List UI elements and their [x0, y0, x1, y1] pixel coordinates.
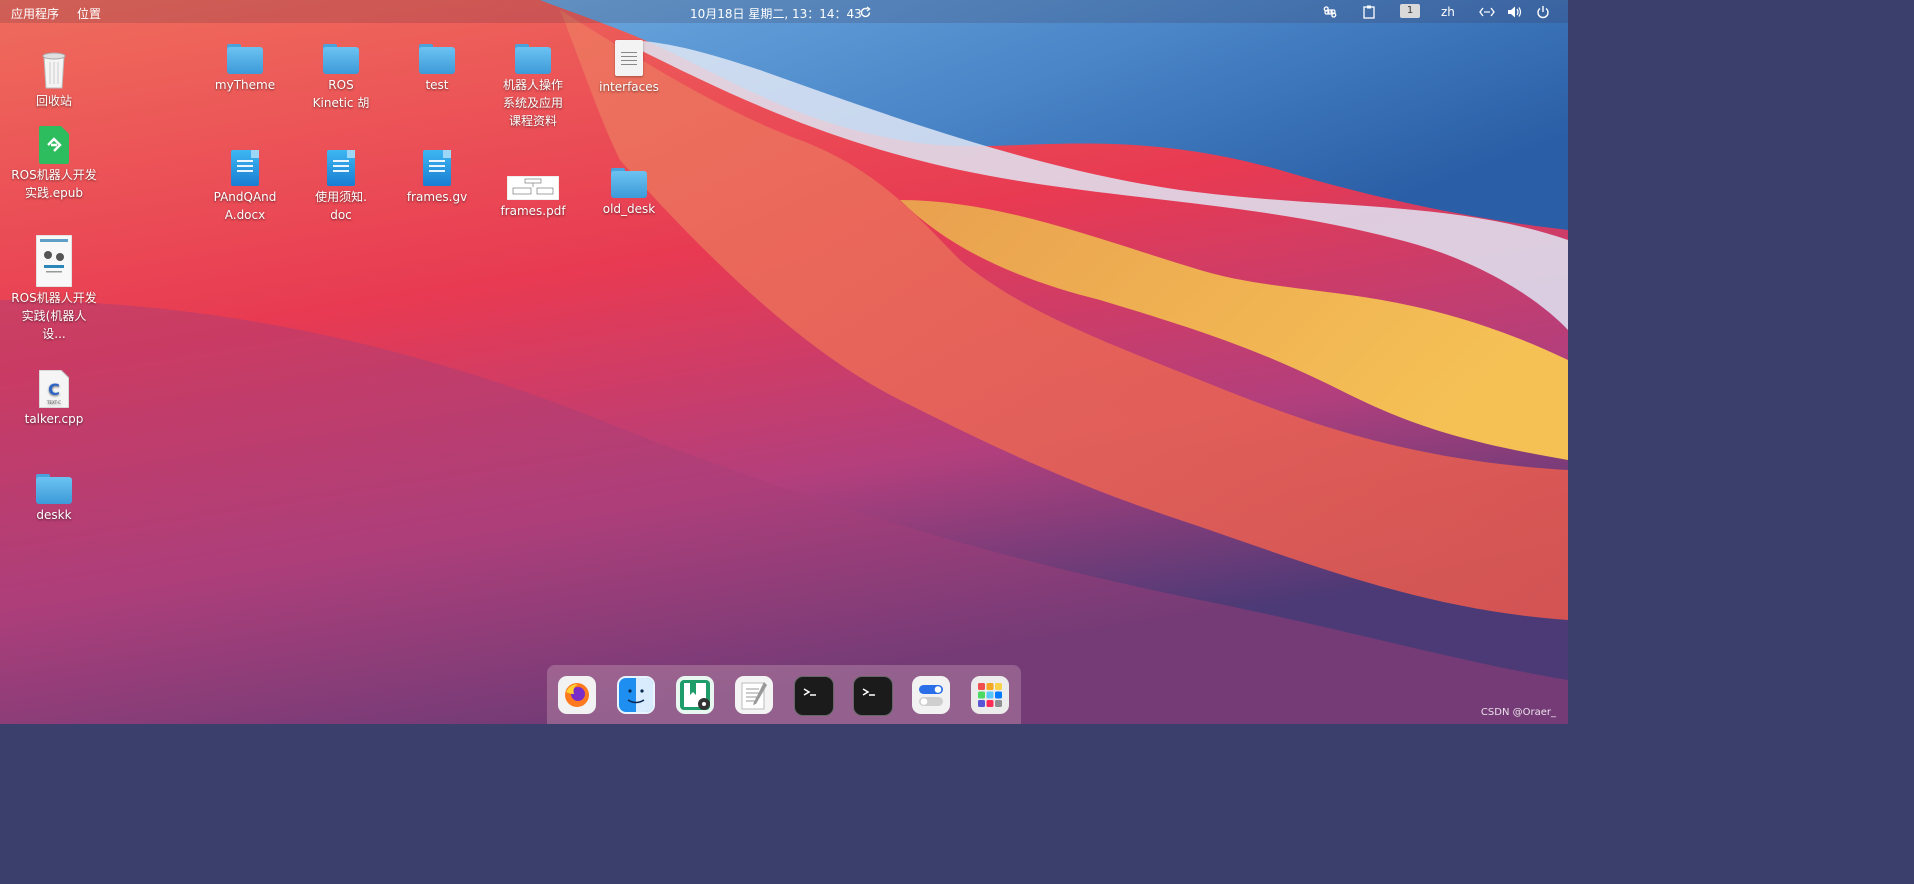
book-cover-icon — [36, 235, 72, 287]
cpp-file-icon: C TEXT-C — [39, 370, 69, 408]
svg-text:TEXT-C: TEXT-C — [46, 400, 61, 405]
course-folder-item[interactable]: 机器人操作系统及应用课程资料 — [490, 44, 576, 130]
terminal-icon[interactable] — [794, 676, 834, 716]
trash-label: 回收站 — [35, 94, 72, 108]
cpp-label: talker.cpp — [24, 412, 84, 426]
network-icon[interactable] — [1479, 4, 1495, 20]
epub-file-item[interactable]: ROS机器人开发实践.epub — [11, 126, 97, 202]
folder-icon — [515, 44, 551, 74]
clipboard-icon[interactable] — [1361, 4, 1377, 20]
folder-icon — [323, 44, 359, 74]
applications-menu[interactable]: 应用程序 — [11, 5, 59, 22]
document-icon — [231, 150, 259, 186]
pandq-docx-item[interactable]: PAndQAndA.docx — [202, 150, 288, 224]
deskk-folder-item[interactable]: deskk — [11, 474, 97, 524]
folder-icon — [227, 44, 263, 74]
language-indicator[interactable]: zh — [1441, 5, 1455, 19]
terminal-icon[interactable] — [853, 676, 893, 716]
watermark: CSDN @Oraer_ — [1480, 707, 1556, 718]
mytheme-folder-item[interactable]: myTheme — [202, 44, 288, 94]
trash-icon-item[interactable]: 回收站 — [11, 50, 97, 110]
firefox-icon[interactable] — [558, 676, 596, 714]
app-grid-icon[interactable] — [971, 676, 1009, 714]
trash-icon — [42, 52, 66, 89]
finder-icon[interactable] — [617, 676, 655, 714]
book-label: ROS机器人开发实践(机器人设... — [11, 291, 97, 341]
frames-pdf-label: frames.pdf — [500, 204, 566, 218]
document-icon — [327, 150, 355, 186]
power-icon[interactable] — [1535, 4, 1551, 20]
command-icon[interactable] — [1322, 4, 1338, 20]
ros-kinetic-label: ROS Kinetic 胡 — [312, 78, 370, 110]
top-panel: 应用程序 位置 10月18日 星期二, 13：14：43 1 zh — [0, 0, 1568, 23]
folder-icon — [611, 168, 647, 198]
interfaces-label: interfaces — [599, 80, 659, 94]
ros-kinetic-folder-item[interactable]: ROS Kinetic 胡 — [298, 44, 384, 112]
dock — [547, 665, 1021, 724]
book-pdf-item[interactable]: ROS机器人开发实践(机器人设... — [11, 235, 97, 343]
frames-gv-label: frames.gv — [406, 190, 468, 204]
notice-doc-item[interactable]: 使用须知.doc — [298, 150, 384, 224]
deskk-label: deskk — [36, 508, 72, 522]
notice-label: 使用须知.doc — [315, 190, 367, 222]
old-desk-folder-item[interactable]: old_desk — [586, 168, 672, 218]
places-menu[interactable]: 位置 — [77, 5, 101, 22]
document-icon — [423, 150, 451, 186]
pdf-thumbnail-icon — [507, 176, 559, 200]
old-desk-label: old_desk — [602, 202, 656, 216]
reader-icon[interactable] — [676, 676, 714, 714]
epub-icon — [39, 126, 69, 164]
cpp-file-item[interactable]: C TEXT-C talker.cpp — [11, 370, 97, 428]
test-label: test — [425, 78, 449, 92]
folder-icon — [419, 44, 455, 74]
frames-pdf-item[interactable]: frames.pdf — [490, 176, 576, 220]
svg-text:C: C — [48, 380, 60, 399]
volume-icon[interactable] — [1507, 4, 1523, 20]
text-file-icon — [615, 40, 643, 76]
text-editor-icon[interactable] — [735, 676, 773, 714]
pandq-label: PAndQAndA.docx — [213, 190, 277, 222]
mytheme-label: myTheme — [214, 78, 276, 92]
workspace-indicator[interactable]: 1 — [1400, 4, 1420, 18]
folder-icon — [36, 474, 72, 504]
frames-gv-item[interactable]: frames.gv — [394, 150, 480, 206]
clock[interactable]: 10月18日 星期二, 13：14：43 — [690, 5, 862, 22]
interfaces-file-item[interactable]: interfaces — [586, 40, 672, 96]
settings-toggle-icon[interactable] — [912, 676, 950, 714]
desktop-wallpaper — [0, 0, 1568, 724]
epub-label: ROS机器人开发实践.epub — [11, 168, 97, 200]
test-folder-item[interactable]: test — [394, 44, 480, 94]
course-label: 机器人操作系统及应用课程资料 — [502, 78, 563, 128]
refresh-icon[interactable] — [857, 4, 873, 20]
